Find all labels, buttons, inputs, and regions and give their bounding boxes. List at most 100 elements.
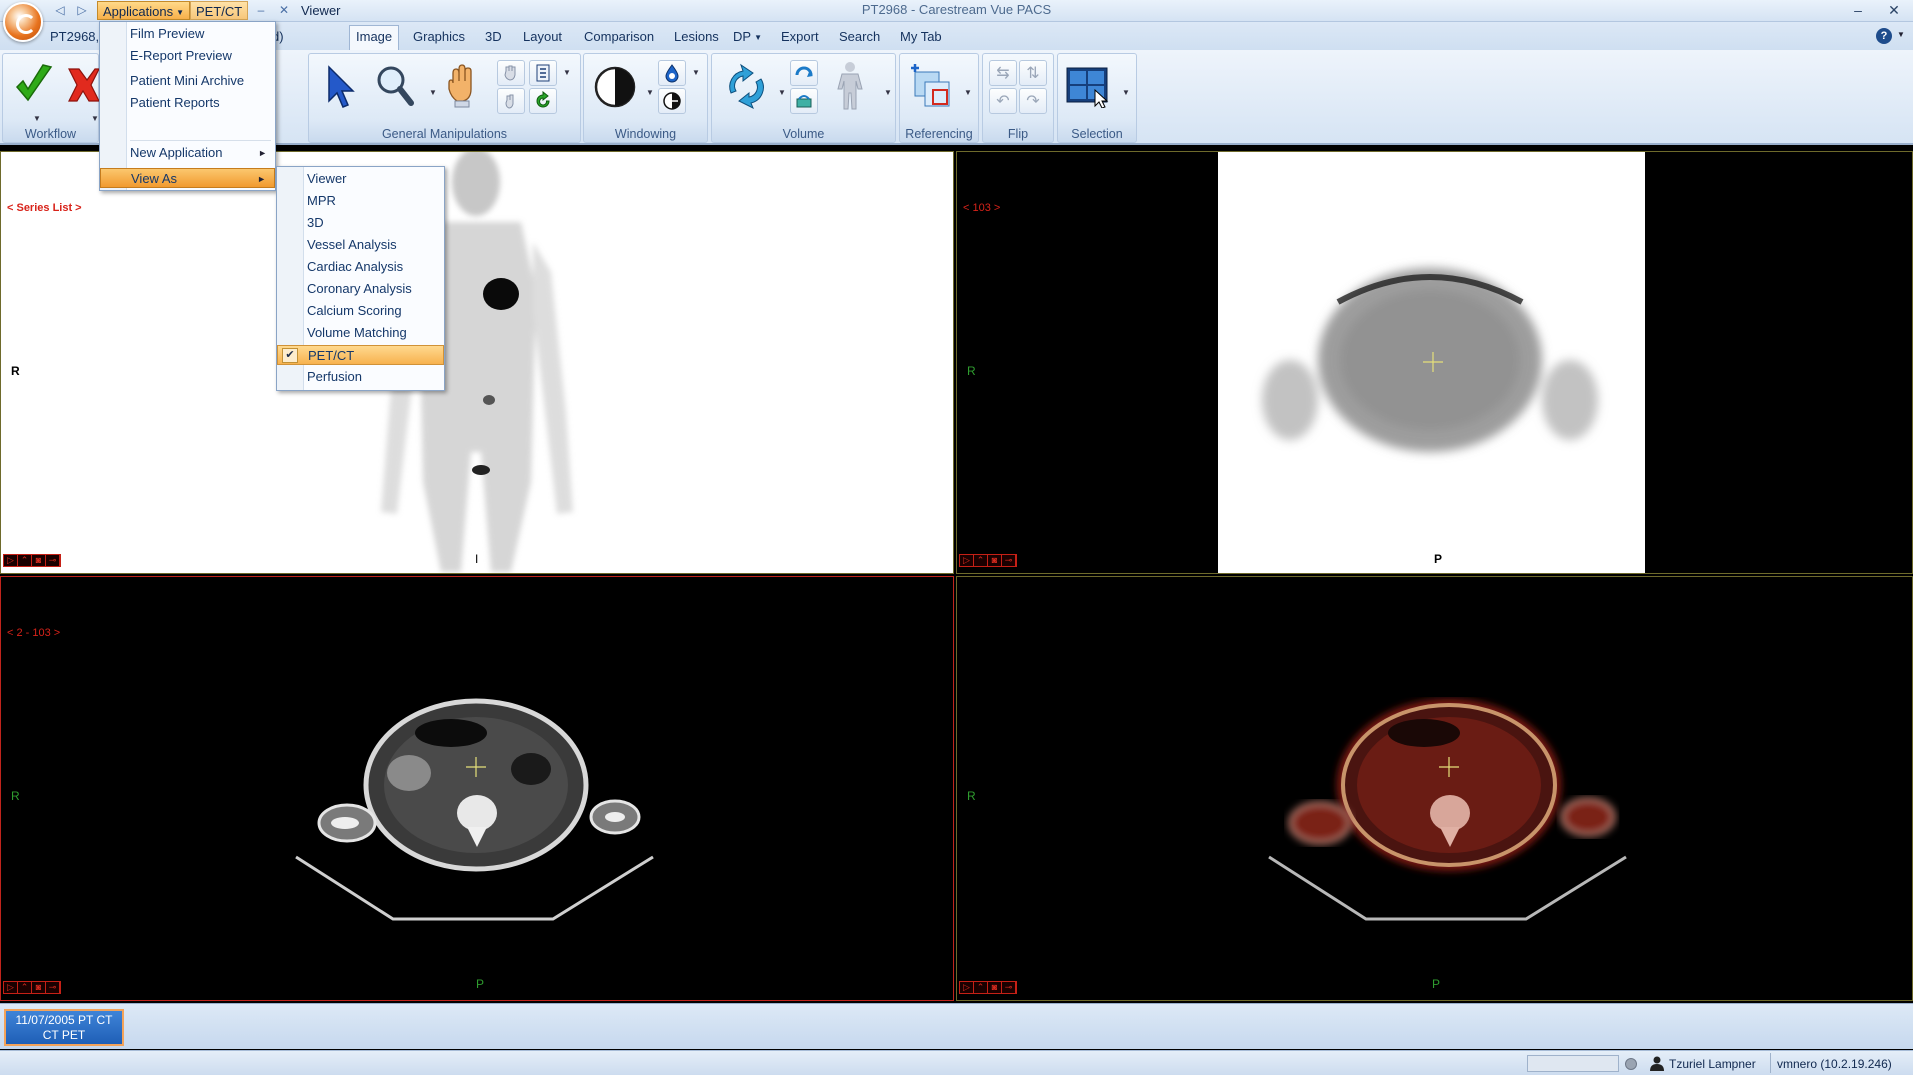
- play-icon[interactable]: ▷: [960, 982, 974, 993]
- play-icon[interactable]: ▷: [4, 555, 18, 566]
- invert-drop-icon[interactable]: [658, 60, 686, 86]
- forward-arrow-icon[interactable]: ▷: [74, 2, 90, 18]
- viewport-top-left[interactable]: < Series List > R I ▷ ⌃ ◙ ⊸: [0, 151, 954, 574]
- body-figure-icon[interactable]: [830, 60, 870, 112]
- reset-hand-icon[interactable]: [497, 88, 525, 114]
- patient-tab[interactable]: PT2968,: [44, 26, 105, 48]
- tab-comparison[interactable]: Comparison: [578, 26, 660, 48]
- viewer-label[interactable]: Viewer: [296, 1, 346, 20]
- tab-graphics[interactable]: Graphics: [407, 26, 471, 48]
- play-icon[interactable]: ▷: [4, 982, 18, 993]
- camera-icon[interactable]: ◙: [988, 555, 1002, 566]
- expand-icon[interactable]: ⌃: [18, 555, 32, 566]
- view-as-submenu: Viewer MPR 3D Vessel Analysis Cardiac An…: [276, 166, 445, 391]
- camera-icon[interactable]: ◙: [32, 982, 46, 993]
- expand-icon[interactable]: ⌃: [974, 555, 988, 566]
- help-icon[interactable]: ?: [1876, 28, 1892, 44]
- menu-item-view-as[interactable]: View As ►: [100, 168, 275, 188]
- minimize-viewer-icon[interactable]: –: [253, 2, 269, 18]
- view-as-3d[interactable]: 3D: [277, 213, 444, 233]
- menu-item-patient-mini-archive[interactable]: Patient Mini Archive: [100, 71, 275, 91]
- workflow-label: Workflow: [24, 127, 77, 141]
- selection-grid-icon[interactable]: [1064, 62, 1112, 110]
- viewport-top-right[interactable]: < 103 > R P ▷ ⌃ ◙ ⊸: [956, 151, 1913, 574]
- host-info: vmnero (10.2.19.246): [1777, 1057, 1892, 1071]
- window-level-icon[interactable]: [592, 64, 638, 110]
- tab-search[interactable]: Search: [833, 26, 886, 48]
- ribbon: ▼ ▼ Workflow ▼ ▼ General Manipulations ▼…: [0, 50, 1913, 145]
- view-as-pet-ct[interactable]: ✔ PET/CT: [277, 345, 444, 365]
- tab-my-tab[interactable]: My Tab: [894, 26, 948, 48]
- help-dropdown-icon[interactable]: ▼: [1897, 30, 1905, 39]
- camera-icon[interactable]: ◙: [32, 555, 46, 566]
- menu-item-ereport-preview[interactable]: E-Report Preview: [100, 46, 275, 66]
- study-timeline: 11/07/2005 PT CT CT PET: [0, 1003, 1913, 1049]
- menu-item-film-preview[interactable]: Film Preview: [100, 24, 275, 44]
- orientation-bottom-label: P: [1434, 552, 1443, 566]
- refresh-green-icon[interactable]: [529, 88, 557, 114]
- view-as-volume-matching[interactable]: Volume Matching: [277, 323, 444, 343]
- key-icon[interactable]: ⊸: [46, 982, 60, 993]
- expand-icon[interactable]: ⌃: [974, 982, 988, 993]
- reject-x-icon[interactable]: [67, 62, 99, 108]
- windowing-group: ▼ ▼ Windowing: [583, 53, 708, 143]
- stack-scroll-icon[interactable]: [529, 60, 557, 86]
- view-as-viewer[interactable]: Viewer: [277, 169, 444, 189]
- accept-check-icon[interactable]: [13, 60, 55, 110]
- viewport-bottom-left[interactable]: < 2 - 103 > R P ▷ ⌃ ◙ ⊸: [0, 576, 954, 1001]
- swap-window-icon[interactable]: [658, 88, 686, 114]
- menu-item-new-application[interactable]: New Application ►: [100, 143, 275, 163]
- menu-item-patient-reports[interactable]: Patient Reports: [100, 93, 275, 113]
- rotate-hand-icon[interactable]: [497, 60, 525, 86]
- key-icon[interactable]: ⊸: [46, 555, 60, 566]
- menu-separator: [130, 140, 271, 141]
- close-window-icon[interactable]: ✕: [1883, 1, 1905, 19]
- viewport-toolstrip[interactable]: ▷ ⌃ ◙ ⊸: [3, 981, 61, 994]
- tab-image[interactable]: Image: [349, 25, 400, 50]
- volume-rotate-icon[interactable]: [722, 62, 770, 110]
- view-as-coronary-analysis[interactable]: Coronary Analysis: [277, 279, 444, 299]
- slice-indicator[interactable]: < 103 >: [963, 202, 1000, 214]
- app-orb-icon[interactable]: [3, 2, 43, 42]
- viewport-bottom-right[interactable]: R P ▷ ⌃ ◙ ⊸: [956, 576, 1913, 1001]
- tab-layout[interactable]: Layout: [517, 26, 568, 48]
- volume-scan-icon[interactable]: [790, 88, 818, 114]
- view-as-perfusion[interactable]: Perfusion: [277, 367, 444, 387]
- tab-dp[interactable]: DP ▼: [727, 26, 768, 48]
- slice-indicator[interactable]: < 2 - 103 >: [7, 627, 60, 639]
- rotate-right-icon[interactable]: ↷: [1019, 88, 1047, 114]
- reference-lines-icon[interactable]: [906, 62, 954, 112]
- tab-lesions[interactable]: Lesions: [668, 26, 725, 48]
- volume-group: ▼ ▼ Volume: [711, 53, 896, 143]
- zoom-magnifier-icon[interactable]: [375, 62, 415, 108]
- minimize-window-icon[interactable]: –: [1847, 1, 1869, 19]
- viewport-toolstrip[interactable]: ▷ ⌃ ◙ ⊸: [959, 981, 1017, 994]
- tab-export[interactable]: Export: [775, 26, 825, 48]
- applications-menu-button[interactable]: Applications ▼: [97, 1, 191, 20]
- volume-orbit-icon[interactable]: [790, 60, 818, 86]
- view-as-vessel-analysis[interactable]: Vessel Analysis: [277, 235, 444, 255]
- play-icon[interactable]: ▷: [960, 555, 974, 566]
- view-as-calcium-scoring[interactable]: Calcium Scoring: [277, 301, 444, 321]
- pan-hand-icon[interactable]: [445, 62, 479, 110]
- close-viewer-icon[interactable]: ✕: [276, 2, 292, 18]
- camera-icon[interactable]: ◙: [988, 982, 1002, 993]
- viewport-toolstrip[interactable]: ▷ ⌃ ◙ ⊸: [959, 554, 1017, 567]
- tab-3d[interactable]: 3D: [479, 26, 508, 48]
- pointer-arrow-icon[interactable]: [323, 64, 357, 110]
- flip-horizontal-icon[interactable]: ⇆: [989, 60, 1017, 86]
- rotate-left-icon[interactable]: ↶: [989, 88, 1017, 114]
- study-button[interactable]: 11/07/2005 PT CT CT PET: [4, 1009, 124, 1046]
- title-bar: PT2968 - Carestream Vue PACS ◁ ▷ Applica…: [0, 0, 1913, 22]
- view-as-mpr[interactable]: MPR: [277, 191, 444, 211]
- view-as-cardiac-analysis[interactable]: Cardiac Analysis: [277, 257, 444, 277]
- series-list-link[interactable]: < Series List >: [7, 202, 82, 214]
- back-arrow-icon[interactable]: ◁: [52, 2, 68, 18]
- petct-menu-button[interactable]: PET/CT: [190, 1, 249, 20]
- key-icon[interactable]: ⊸: [1002, 555, 1016, 566]
- status-bar: Tzuriel Lampner vmnero (10.2.19.246): [0, 1050, 1913, 1075]
- viewport-toolstrip[interactable]: ▷ ⌃ ◙ ⊸: [3, 554, 61, 567]
- expand-icon[interactable]: ⌃: [18, 982, 32, 993]
- key-icon[interactable]: ⊸: [1002, 982, 1016, 993]
- flip-vertical-icon[interactable]: ⇅: [1019, 60, 1047, 86]
